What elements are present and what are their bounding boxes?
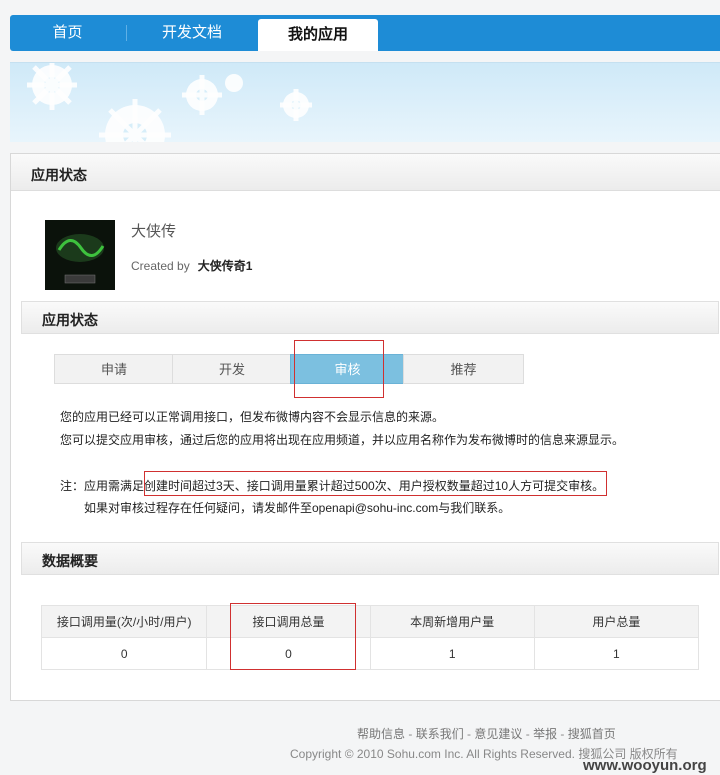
contact-info: 如果对审核过程存在任何疑问，请发邮件至openapi@sohu-inc.com与… xyxy=(84,501,511,515)
created-by-label: Created by xyxy=(131,259,190,273)
footer-link-sohu-home[interactable]: 搜狐首页 xyxy=(568,727,616,741)
created-by: Created by 大侠传奇1 xyxy=(131,257,252,274)
step-review: 审核 xyxy=(290,354,405,384)
note-requirements: 创建时间超过3天、接口调用量累计超过500次、用户授权数量超过10人方可提交审核… xyxy=(144,479,605,493)
footer-sep: - xyxy=(522,727,534,741)
table-row: 0 0 1 1 xyxy=(40,637,700,670)
gears-decoration xyxy=(27,63,312,142)
footer-link-contact[interactable]: 联系我们 xyxy=(416,727,464,741)
header-api-calls-total: 接口调用总量 xyxy=(206,605,371,638)
footer-link-report[interactable]: 举报 xyxy=(533,727,557,741)
overview-section-header: 数据概要 xyxy=(21,542,719,575)
panel-title: 应用状态 xyxy=(31,167,87,183)
value-new-users-week: 1 xyxy=(369,637,535,670)
review-requirement-note: 注：应用需满足创建时间超过3天、接口调用量累计超过500次、用户授权数量超过10… xyxy=(60,477,604,494)
step-recommend: 推荐 xyxy=(403,354,524,384)
note-label: 注： xyxy=(60,479,85,493)
app-name: 大侠传 xyxy=(131,223,177,240)
footer-sep: - xyxy=(405,727,416,741)
watermark: www.wooyun.org xyxy=(583,757,707,774)
data-overview-table: 接口调用量(次/小时/用户) 接口调用总量 本周新增用户量 用户总量 0 0 1… xyxy=(40,605,700,670)
status-section-header: 应用状态 xyxy=(21,301,719,334)
status-info-line-2: 您可以提交应用审核，通过后您的应用将出现在应用频道，并以应用名称作为发布微博时的… xyxy=(60,433,625,447)
overview-section-title: 数据概要 xyxy=(42,553,98,569)
header-total-users: 用户总量 xyxy=(533,605,700,638)
header-api-calls-rate: 接口调用量(次/小时/用户) xyxy=(40,605,208,638)
footer-links: 帮助信息 - 联系我们 - 意见建议 - 举报 - 搜狐首页 xyxy=(357,725,616,742)
creator-name[interactable]: 大侠传奇1 xyxy=(198,259,253,273)
footer-link-help[interactable]: 帮助信息 xyxy=(357,727,405,741)
table-header-row: 接口调用量(次/小时/用户) 接口调用总量 本周新增用户量 用户总量 xyxy=(40,605,700,638)
value-api-calls-total: 0 xyxy=(206,637,371,670)
note-prefix: 应用需满足 xyxy=(84,479,145,493)
footer-sep: - xyxy=(463,727,475,741)
footer-sep: - xyxy=(557,727,568,741)
tab-docs[interactable]: 开发文档 xyxy=(127,15,257,51)
step-develop: 开发 xyxy=(172,354,292,384)
top-nav: 首页 开发文档 我的应用 xyxy=(10,15,720,51)
app-status-panel: 应用状态 大侠传 Created by 大侠传奇1 应用状态 申请 开发 审核 推… xyxy=(10,153,720,701)
status-section-title: 应用状态 xyxy=(42,312,98,328)
header-banner xyxy=(10,62,720,142)
panel-header: 应用状态 xyxy=(11,154,720,191)
status-info-line-1: 您的应用已经可以正常调用接口，但发布微博内容不会显示信息的来源。 xyxy=(60,410,445,424)
app-logo-image xyxy=(45,220,115,290)
tab-home[interactable]: 首页 xyxy=(10,15,125,51)
tab-my-apps[interactable]: 我的应用 xyxy=(258,19,378,51)
header-new-users-week: 本周新增用户量 xyxy=(369,605,535,638)
value-api-calls-rate: 0 xyxy=(40,637,208,670)
value-total-users: 1 xyxy=(533,637,700,670)
app-logo xyxy=(45,220,115,290)
progress-steps: 申请 开发 审核 推荐 xyxy=(54,354,524,384)
footer-link-feedback[interactable]: 意见建议 xyxy=(474,727,522,741)
step-apply: 申请 xyxy=(54,354,174,384)
